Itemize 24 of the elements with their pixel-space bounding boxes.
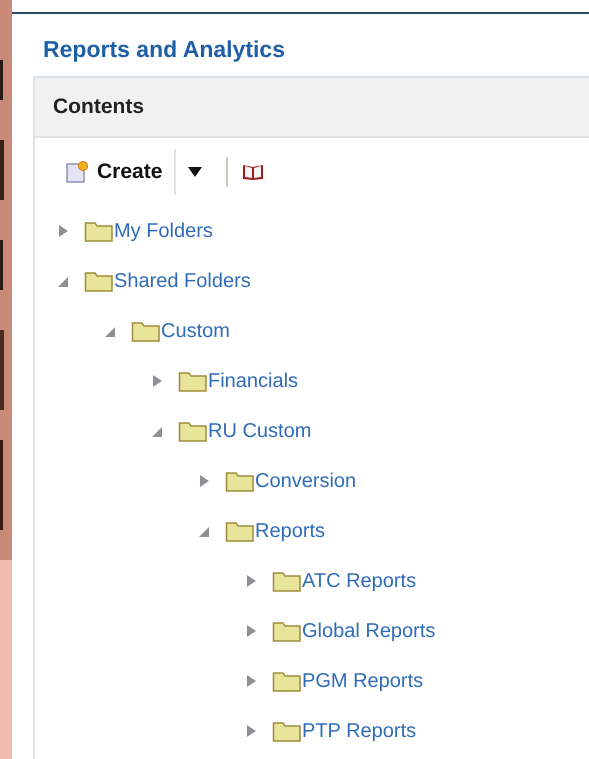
folder-link[interactable]: Reports: [255, 520, 326, 542]
panel-title: Contents: [53, 95, 144, 119]
book-icon[interactable]: [242, 163, 264, 181]
expand-icon[interactable]: [151, 374, 163, 388]
expand-icon[interactable]: [245, 574, 257, 588]
expand-icon[interactable]: [245, 674, 257, 688]
page-title: Reports and Analytics: [42, 35, 286, 64]
folder-link[interactable]: Global Reports: [302, 620, 436, 642]
folder-link[interactable]: Shared Folders: [114, 270, 251, 292]
folder-link[interactable]: ATC Reports: [302, 570, 416, 592]
folder-link[interactable]: PGM Reports: [302, 670, 424, 692]
folder-link[interactable]: RU Custom: [208, 420, 312, 442]
dropdown-arrow-icon[interactable]: [188, 167, 202, 177]
folder-link[interactable]: Conversion: [255, 470, 356, 492]
folder-link[interactable]: Custom: [161, 320, 230, 342]
expand-icon[interactable]: [198, 474, 210, 488]
expand-icon[interactable]: [57, 224, 69, 238]
folder-link[interactable]: My Folders: [114, 220, 213, 242]
folder-link[interactable]: PTP Reports: [302, 720, 416, 742]
folder-link[interactable]: Financials: [208, 370, 298, 392]
expand-icon[interactable]: [245, 724, 257, 738]
expand-icon[interactable]: [245, 624, 257, 638]
new-document-icon: [65, 160, 89, 184]
create-button[interactable]: Create: [65, 160, 162, 184]
